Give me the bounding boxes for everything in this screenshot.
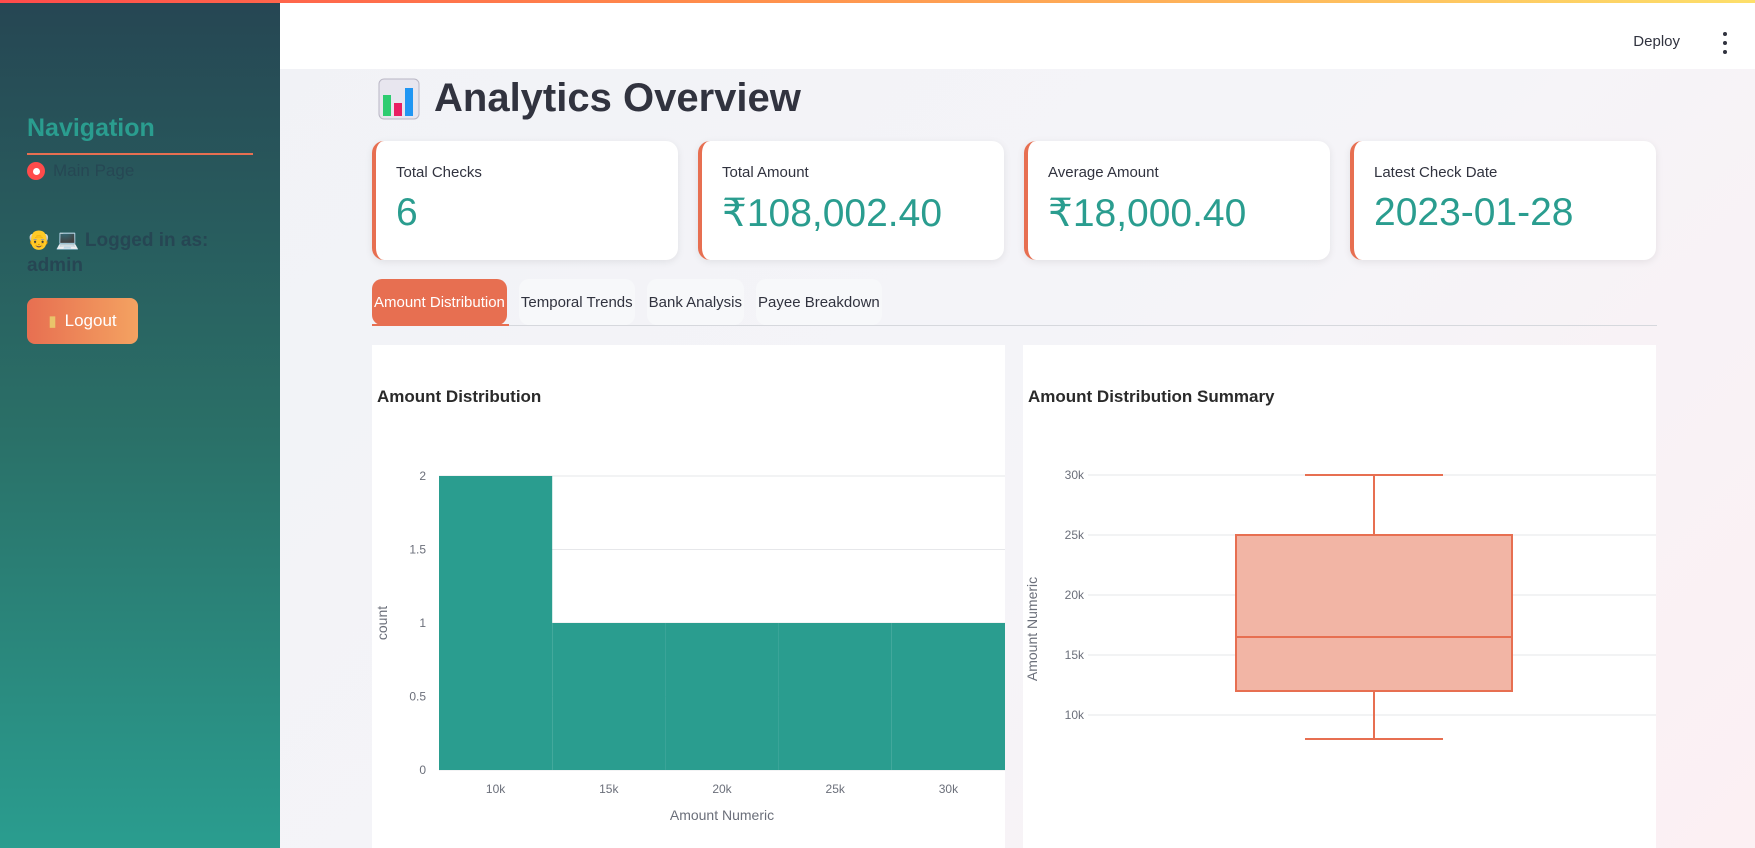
histogram-chart: 0 0.5 1 1.5 2 10k 15k 20k 25k 30k Amount Numeric co… <box>374 469 1005 823</box>
tab-amount-distribution[interactable]: Amount Distribution <box>372 279 507 325</box>
y-tick-label: 20k <box>1065 588 1085 602</box>
metric-value: ₹18,000.40 <box>1048 192 1247 235</box>
logout-button[interactable]: ▮ Logout <box>27 298 138 344</box>
nav-item-main-page[interactable]: Main Page <box>27 161 134 181</box>
metric-label: Total Checks <box>396 164 482 181</box>
histogram-bar <box>891 623 1005 770</box>
page-header: Analytics Overview <box>378 76 801 121</box>
y-tick-label: 10k <box>1065 708 1085 722</box>
logged-in-text: 👴 💻 Logged in as: admin <box>27 230 209 276</box>
nav-item-label: Main Page <box>53 161 135 180</box>
x-tick-label: 15k <box>599 782 619 796</box>
metric-value: 6 <box>396 191 418 234</box>
chart-title: Amount Distribution Summary <box>1028 387 1275 406</box>
nav-title: Navigation <box>27 114 155 142</box>
y-tick-label: 0 <box>419 763 426 777</box>
metric-value: ₹108,002.40 <box>722 192 943 235</box>
metric-card-latest-date: Latest Check Date 2023-01-28 <box>1350 141 1656 260</box>
histogram-bar <box>439 476 553 770</box>
vertical-dots-icon[interactable] <box>1715 32 1735 54</box>
deploy-button[interactable]: Deploy <box>1633 33 1680 50</box>
x-axis-label: Amount Numeric <box>670 807 774 823</box>
tab-divider <box>372 325 1657 326</box>
boxplot-chart: 10k 15k 20k 25k 30k Amount Numeric <box>1024 468 1656 740</box>
y-tick-label: 15k <box>1065 648 1085 662</box>
radio-selected-icon[interactable] <box>27 162 45 180</box>
iqr-box <box>1235 534 1513 692</box>
metric-label: Total Amount <box>722 164 809 181</box>
metric-card-average-amount: Average Amount ₹18,000.40 <box>1024 141 1330 260</box>
app-header: Deploy <box>280 3 1755 69</box>
metric-card-total-checks: Total Checks 6 <box>372 141 678 260</box>
x-tick-label: 20k <box>712 782 732 796</box>
tab-bar: Amount Distribution Temporal Trends Bank… <box>372 279 882 325</box>
x-tick-label: 25k <box>826 782 846 796</box>
door-icon: ▮ <box>48 313 57 330</box>
histogram-bar <box>552 623 666 770</box>
top-accent-bar <box>0 0 1755 3</box>
sidebar: Navigation Main Page 👴 💻 Logged in as: a… <box>0 0 280 848</box>
y-tick-label: 0.5 <box>409 690 426 704</box>
metric-label: Average Amount <box>1048 164 1159 181</box>
y-tick-label: 1.5 <box>409 543 426 557</box>
bar-chart-icon <box>378 78 420 119</box>
tab-temporal-trends[interactable]: Temporal Trends <box>518 279 635 325</box>
nav-divider <box>27 153 253 155</box>
chart-title: Amount Distribution <box>377 387 542 406</box>
y-tick-label: 30k <box>1065 468 1085 482</box>
y-axis-label: Amount Numeric <box>1024 577 1040 681</box>
metric-label: Latest Check Date <box>1374 164 1498 181</box>
histogram-panel: 0 0.5 1 1.5 2 10k 15k 20k 25k 30k Amount Numeric co… <box>372 345 1005 848</box>
y-axis-label: count <box>374 606 390 640</box>
y-tick-label: 1 <box>419 616 426 630</box>
page-title: Analytics Overview <box>434 76 801 120</box>
y-tick-label: 25k <box>1065 528 1085 542</box>
tab-bank-analysis[interactable]: Bank Analysis <box>646 279 745 325</box>
metric-value: 2023-01-28 <box>1374 191 1574 234</box>
logout-label: Logout <box>64 311 117 330</box>
active-tab-indicator <box>372 324 509 326</box>
x-tick-label: 10k <box>486 782 506 796</box>
metric-card-total-amount: Total Amount ₹108,002.40 <box>698 141 1004 260</box>
histogram-bar <box>665 623 779 770</box>
tab-payee-breakdown[interactable]: Payee Breakdown <box>756 279 882 325</box>
boxplot-panel: 10k 15k 20k 25k 30k Amount Numeric Amount Dis… <box>1023 345 1656 848</box>
x-tick-label: 30k <box>939 782 959 796</box>
y-tick-label: 2 <box>419 469 426 483</box>
histogram-bar <box>778 623 892 770</box>
